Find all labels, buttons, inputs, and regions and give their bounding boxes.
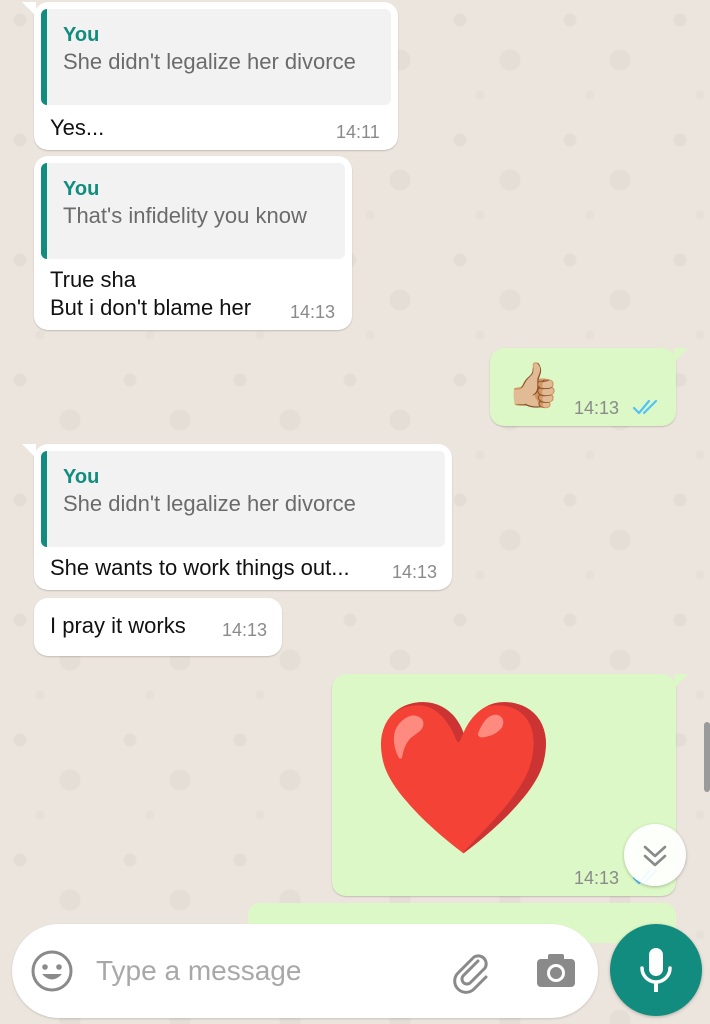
incoming-message[interactable]: You She didn't legalize her divorce Yes.… xyxy=(22,2,398,150)
quote-text: She didn't legalize her divorce xyxy=(63,49,356,74)
message-text: But i don't blame her xyxy=(50,295,252,320)
message-input[interactable] xyxy=(96,948,426,994)
message-text: True sha xyxy=(50,267,137,292)
outgoing-message[interactable]: 👍🏼 14:13 xyxy=(490,348,688,426)
double-chevron-down-icon xyxy=(643,845,667,867)
quote-author: You xyxy=(63,466,100,488)
mic-icon xyxy=(640,948,672,992)
quoted-reply[interactable]: You That's infidelity you know xyxy=(41,163,345,259)
thumbs-up-emoji: 👍🏼 xyxy=(506,361,561,410)
quote-author: You xyxy=(63,178,100,200)
incoming-message[interactable]: You She didn't legalize her divorce She … xyxy=(22,444,452,590)
heart-emoji: ❤️ xyxy=(370,693,557,861)
quote-text: That's infidelity you know xyxy=(63,203,307,228)
message-time: 14:13 xyxy=(222,620,268,640)
message-time: 14:11 xyxy=(336,122,380,142)
message-time: 14:13 xyxy=(574,868,620,888)
message-composer xyxy=(12,924,598,1018)
scroll-to-bottom-button[interactable] xyxy=(624,824,686,886)
quote-author: You xyxy=(63,24,100,46)
scrollbar-thumb[interactable] xyxy=(704,722,710,792)
message-time: 14:13 xyxy=(392,562,438,582)
message-time: 14:13 xyxy=(574,398,620,418)
emoji-icon[interactable] xyxy=(28,947,76,995)
quoted-reply[interactable]: You She didn't legalize her divorce xyxy=(41,451,445,547)
incoming-message[interactable]: You That's infidelity you know True sha … xyxy=(34,156,352,330)
quote-text: She didn't legalize her divorce xyxy=(63,491,356,516)
quoted-reply[interactable]: You She didn't legalize her divorce xyxy=(41,9,391,105)
camera-icon[interactable] xyxy=(532,947,580,995)
incoming-message[interactable]: I pray it works 14:13 xyxy=(34,598,282,656)
double-check-icon xyxy=(632,399,658,415)
voice-record-button[interactable] xyxy=(610,924,702,1016)
message-text: She wants to work things out... xyxy=(50,555,350,580)
message-text: I pray it works xyxy=(50,613,186,638)
message-time: 14:13 xyxy=(290,302,336,322)
message-text: Yes... xyxy=(50,115,105,140)
attach-icon[interactable] xyxy=(446,947,494,995)
